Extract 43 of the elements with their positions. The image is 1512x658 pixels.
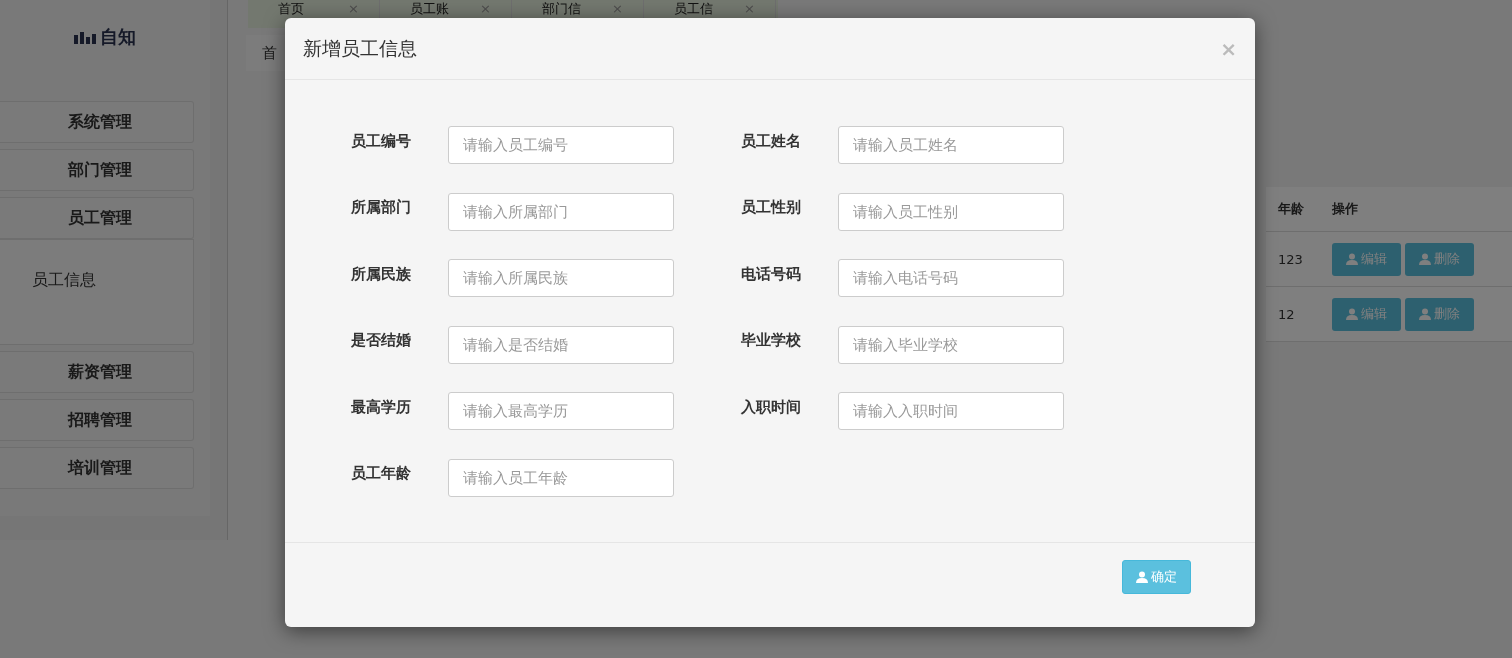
- input-field[interactable]: 请输入所属民族: [448, 259, 674, 297]
- input-field[interactable]: 请输入电话号码: [838, 259, 1064, 297]
- menu-item[interactable]: 员工管理: [0, 197, 194, 239]
- field-label: 所属部门: [351, 198, 412, 217]
- column-header: 操作: [1332, 200, 1358, 218]
- logo-text: 自知: [100, 25, 136, 49]
- bar-chart-icon: [74, 30, 96, 44]
- submenu-item[interactable]: 员工信息: [32, 270, 96, 291]
- table-cell-text: 12: [1277, 306, 1296, 322]
- input-field[interactable]: 请输入员工性别: [838, 192, 1064, 231]
- menu-item[interactable]: 招聘管理: [0, 399, 194, 441]
- menu-item[interactable]: 薪资管理: [0, 351, 194, 393]
- user-icon: [1136, 571, 1148, 583]
- menu-item[interactable]: 系统管理: [0, 101, 194, 143]
- input-field[interactable]: 请输入毕业学校: [838, 325, 1064, 364]
- field-label: 员工姓名: [741, 131, 802, 151]
- input-field[interactable]: 请输入入职时间: [838, 392, 1064, 430]
- menu-item[interactable]: 部门管理: [0, 149, 194, 191]
- field-label: 入职时间: [741, 397, 802, 417]
- field-label: 电话号码: [741, 264, 802, 284]
- user-icon: [1419, 308, 1431, 320]
- modal-title: 新增员工信息: [303, 35, 417, 61]
- confirm-button[interactable]: 确定: [1122, 560, 1191, 594]
- field-label: 员工性别: [741, 198, 802, 217]
- field-label: 员工编号: [351, 131, 412, 151]
- menu-item[interactable]: 培训管理: [0, 447, 194, 489]
- input-field[interactable]: 请输入所属部门: [448, 192, 674, 231]
- field-label: 员工年龄: [351, 464, 412, 483]
- user-icon: [1346, 253, 1358, 265]
- field-label: 最高学历: [351, 397, 412, 417]
- input-field[interactable]: 请输入员工年龄: [448, 458, 674, 497]
- input-field[interactable]: 请输入员工编号: [448, 126, 674, 164]
- input-field[interactable]: 请输入是否结婚: [448, 325, 674, 364]
- field-label: 毕业学校: [741, 331, 802, 350]
- input-field[interactable]: 请输入最高学历: [448, 392, 674, 430]
- user-icon: [1346, 308, 1358, 320]
- column-header: 年龄: [1277, 200, 1305, 218]
- input-field[interactable]: 请输入员工姓名: [838, 126, 1064, 164]
- breadcrumb-link[interactable]: 首: [262, 43, 277, 63]
- user-icon: [1419, 253, 1431, 265]
- field-label: 所属民族: [351, 264, 412, 284]
- table-cell-text: 123: [1277, 251, 1304, 267]
- field-label: 是否结婚: [351, 331, 412, 350]
